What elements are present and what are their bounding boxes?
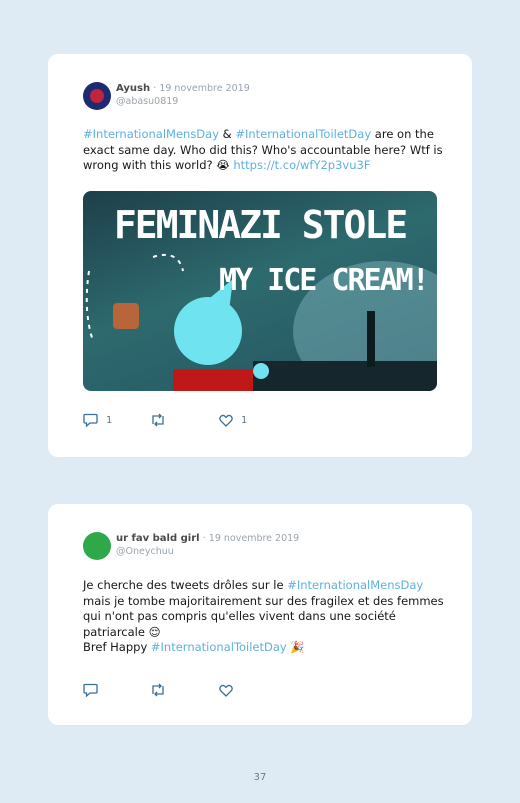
tweet-card: Ayush · 19 novembre 2019 @abasu0819 #Int…	[48, 54, 472, 457]
tweet-text: Je cherche des tweets drôles sur le #Int…	[83, 578, 453, 656]
like-button[interactable]	[219, 682, 241, 698]
tweet-card: ur fav bald girl · 19 novembre 2019 @One…	[48, 504, 472, 725]
reply-button[interactable]	[83, 682, 106, 698]
reply-icon	[83, 683, 98, 697]
tweet-date[interactable]: · 19 novembre 2019	[203, 533, 299, 544]
avatar[interactable]	[83, 82, 111, 110]
author-handle[interactable]: @Oneychuu	[116, 546, 174, 557]
tweet-media-image[interactable]: FEMINAZI STOLE MY ICE CREAM!	[83, 191, 437, 391]
avatar[interactable]	[83, 532, 111, 560]
tweet-text: #InternationalMensDay & #InternationalTo…	[83, 127, 453, 174]
author-name[interactable]: Ayush	[116, 83, 150, 94]
like-icon	[219, 414, 233, 427]
tweet-header: Ayush · 19 novembre 2019	[116, 83, 250, 94]
avatar-emblem	[90, 89, 104, 103]
hashtag[interactable]: #InternationalMensDay	[83, 127, 219, 141]
reply-count: 1	[106, 414, 113, 426]
hashtag[interactable]: #InternationalToiletDay	[235, 127, 371, 141]
reply-icon	[83, 413, 98, 427]
emoji: 🎉	[290, 640, 305, 654]
emoji: 😌	[148, 624, 161, 639]
retweet-button[interactable]	[150, 412, 174, 428]
author-handle[interactable]: @abasu0819	[116, 96, 178, 107]
author-name[interactable]: ur fav bald girl	[116, 533, 200, 544]
like-count: 1	[241, 414, 248, 426]
media-caption-line1: FEMINAZI STOLE	[113, 203, 408, 247]
text-fragment: &	[219, 127, 236, 141]
text-fragment: Je cherche des tweets drôles sur le	[83, 578, 288, 592]
tweet-actions: 1 1	[83, 412, 283, 428]
page-number: 37	[253, 772, 267, 783]
retweet-icon	[152, 413, 164, 427]
text-fragment: Bref Happy	[83, 640, 151, 654]
hashtag[interactable]: #InternationalMensDay	[287, 578, 423, 592]
reply-button[interactable]: 1	[83, 412, 112, 428]
like-icon	[219, 684, 233, 697]
text-fragment: mais je tombe majoritairement sur des fr…	[83, 593, 444, 639]
tweet-date[interactable]: · 19 novembre 2019	[153, 83, 249, 94]
retweet-button[interactable]	[150, 682, 174, 698]
emoji: 😭	[216, 158, 230, 172]
hashtag[interactable]: #InternationalToiletDay	[151, 640, 287, 654]
tweet-link[interactable]: https://t.co/wfY2p3vu3F	[233, 158, 370, 172]
retweet-icon	[152, 683, 164, 697]
like-button[interactable]: 1	[219, 412, 247, 428]
tweet-actions	[83, 682, 283, 698]
media-caption-line2: MY ICE CREAM!	[219, 263, 430, 298]
tweet-header: ur fav bald girl · 19 novembre 2019	[116, 533, 299, 544]
